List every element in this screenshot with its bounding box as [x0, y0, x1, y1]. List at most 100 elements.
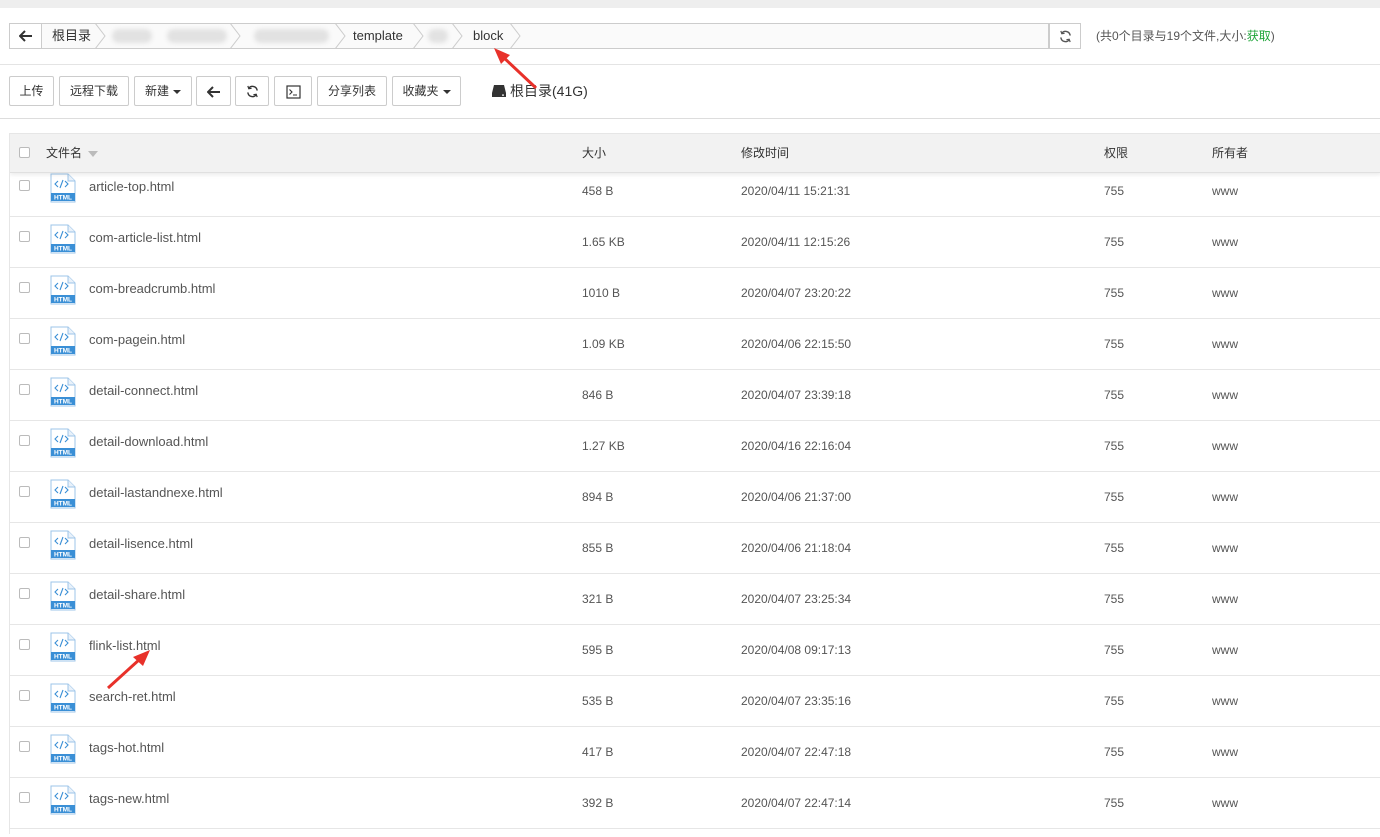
breadcrumb-template[interactable]: template [353, 24, 403, 48]
column-mtime-header[interactable]: 修改时间 [741, 134, 789, 172]
file-perm[interactable]: 755 [1104, 370, 1124, 420]
file-type-badge: HTML [54, 348, 72, 355]
row-checkbox[interactable] [19, 741, 30, 752]
terminal-button[interactable] [274, 76, 312, 106]
file-owner[interactable]: www [1212, 625, 1238, 675]
file-owner[interactable]: www [1212, 217, 1238, 267]
file-name[interactable]: tags-hot.html [89, 723, 164, 773]
row-checkbox[interactable] [19, 486, 30, 497]
select-all-checkbox[interactable] [19, 147, 30, 158]
row-checkbox[interactable] [19, 282, 30, 293]
row-checkbox[interactable] [19, 333, 30, 344]
new-dropdown-button[interactable]: 新建 [134, 76, 192, 106]
refresh-button[interactable] [235, 76, 269, 106]
file-owner[interactable]: www [1212, 778, 1238, 828]
column-name-header[interactable]: 文件名 [46, 134, 99, 172]
row-checkbox[interactable] [19, 435, 30, 446]
share-list-button[interactable]: 分享列表 [317, 76, 387, 106]
file-name[interactable]: detail-lastandnexe.html [89, 468, 223, 518]
table-row[interactable]: HTML tags-hot.html 417 B 2020/04/07 22:47:1… [10, 727, 1380, 778]
file-name[interactable]: com-article-list.html [89, 213, 201, 263]
file-mtime: 2020/04/07 23:20:22 [741, 286, 852, 300]
file-perm[interactable]: 755 [1104, 625, 1124, 675]
file-owner[interactable]: www [1212, 727, 1238, 777]
file-owner[interactable]: www [1212, 676, 1238, 726]
file-mtime: 2020/04/11 15:21:31 [741, 184, 851, 198]
row-checkbox[interactable] [19, 180, 30, 191]
html-file-icon: HTML [50, 632, 76, 662]
html-file-icon: HTML [50, 428, 76, 458]
file-perm[interactable]: 755 [1104, 676, 1124, 726]
file-name[interactable]: com-breadcrumb.html [89, 264, 215, 314]
row-checkbox[interactable] [19, 639, 30, 650]
file-mtime: 2020/04/08 09:17:13 [741, 643, 852, 657]
file-name[interactable]: com-pagein.html [89, 315, 185, 365]
breadcrumb-block[interactable]: block [473, 24, 503, 48]
file-mtime: 2020/04/06 21:18:04 [741, 541, 852, 555]
file-owner[interactable]: www [1212, 523, 1238, 573]
row-checkbox[interactable] [19, 231, 30, 242]
table-row[interactable]: HTML detail-lastandnexe.html 894 B 2020/04/… [10, 472, 1380, 523]
file-name[interactable]: tags-new.html [89, 774, 169, 824]
table-row[interactable]: HTML flink-list.html 595 B 2020/04/08 09:17… [10, 625, 1380, 676]
table-row[interactable]: HTML detail-connect.html 846 B 2020/04/07 2… [10, 370, 1380, 421]
sort-desc-icon [88, 150, 99, 157]
table-row[interactable]: HTML com-article-list.html 1.65 KB 2020/04/… [10, 217, 1380, 268]
file-name[interactable]: detail-lisence.html [89, 519, 193, 569]
file-type-badge: HTML [54, 756, 72, 763]
file-owner[interactable]: www [1212, 268, 1238, 318]
directory-summary-text: (共0个目录与19个文件,大小: [1096, 29, 1247, 43]
table-row[interactable]: HTML article-top.html 458 B 2020/04/11 15:2… [10, 166, 1380, 217]
file-owner[interactable]: www [1212, 472, 1238, 522]
table-row[interactable]: HTML detail-download.html 1.27 KB 2020/04/1… [10, 421, 1380, 472]
table-row[interactable]: HTML com-pagein.html 1.09 KB 2020/04/06 22:… [10, 319, 1380, 370]
breadcrumb-separator [452, 24, 463, 48]
file-type-badge: HTML [54, 195, 72, 202]
table-row[interactable]: HTML detail-share.html 321 B 2020/04/07 23:… [10, 574, 1380, 625]
file-size: 392 B [582, 796, 614, 810]
breadcrumb-separator [413, 24, 424, 48]
file-perm[interactable]: 755 [1104, 217, 1124, 267]
breadcrumb-root[interactable]: 根目录 [52, 24, 91, 48]
remote-download-button[interactable]: 远程下载 [59, 76, 129, 106]
column-perm-header[interactable]: 权限 [1104, 134, 1128, 172]
back-button[interactable] [196, 76, 231, 106]
file-owner[interactable]: www [1212, 166, 1238, 216]
row-checkbox[interactable] [19, 690, 30, 701]
file-perm[interactable]: 755 [1104, 268, 1124, 318]
file-perm[interactable]: 755 [1104, 778, 1124, 828]
file-owner[interactable]: www [1212, 574, 1238, 624]
file-perm[interactable]: 755 [1104, 574, 1124, 624]
html-file-icon: HTML [50, 683, 76, 713]
favorites-dropdown-button[interactable]: 收藏夹 [392, 76, 461, 106]
column-owner-header[interactable]: 所有者 [1212, 134, 1248, 172]
table-row[interactable]: HTML com-breadcrumb.html 1010 B 2020/04/07 … [10, 268, 1380, 319]
breadcrumb-hidden-segment [254, 29, 329, 43]
table-row[interactable]: HTML search-ret.html 535 B 2020/04/07 23:35… [10, 676, 1380, 727]
file-owner[interactable]: www [1212, 421, 1238, 471]
file-perm[interactable]: 755 [1104, 472, 1124, 522]
column-name-label: 文件名 [46, 146, 83, 160]
row-checkbox[interactable] [19, 384, 30, 395]
row-checkbox[interactable] [19, 792, 30, 803]
row-checkbox[interactable] [19, 588, 30, 599]
column-size-header[interactable]: 大小 [582, 134, 606, 172]
file-owner[interactable]: www [1212, 319, 1238, 369]
table-row[interactable]: HTML tags-new.html 392 B 2020/04/07 22:47:1… [10, 778, 1380, 829]
file-perm[interactable]: 755 [1104, 166, 1124, 216]
file-perm[interactable]: 755 [1104, 319, 1124, 369]
upload-button[interactable]: 上传 [9, 76, 54, 106]
file-size: 1010 B [582, 286, 621, 300]
row-checkbox[interactable] [19, 537, 30, 548]
table-row[interactable]: HTML detail-lisence.html 855 B 2020/04/06 2… [10, 523, 1380, 574]
file-name[interactable]: detail-download.html [89, 417, 208, 467]
file-perm[interactable]: 755 [1104, 727, 1124, 777]
file-perm[interactable]: 755 [1104, 421, 1124, 471]
file-perm[interactable]: 755 [1104, 523, 1124, 573]
file-name[interactable]: detail-connect.html [89, 366, 198, 416]
path-refresh-button[interactable] [1049, 23, 1081, 49]
file-name[interactable]: detail-share.html [89, 570, 185, 620]
path-back-button[interactable] [9, 23, 41, 49]
file-owner[interactable]: www [1212, 370, 1238, 420]
get-size-link[interactable]: 获取 [1247, 29, 1271, 43]
